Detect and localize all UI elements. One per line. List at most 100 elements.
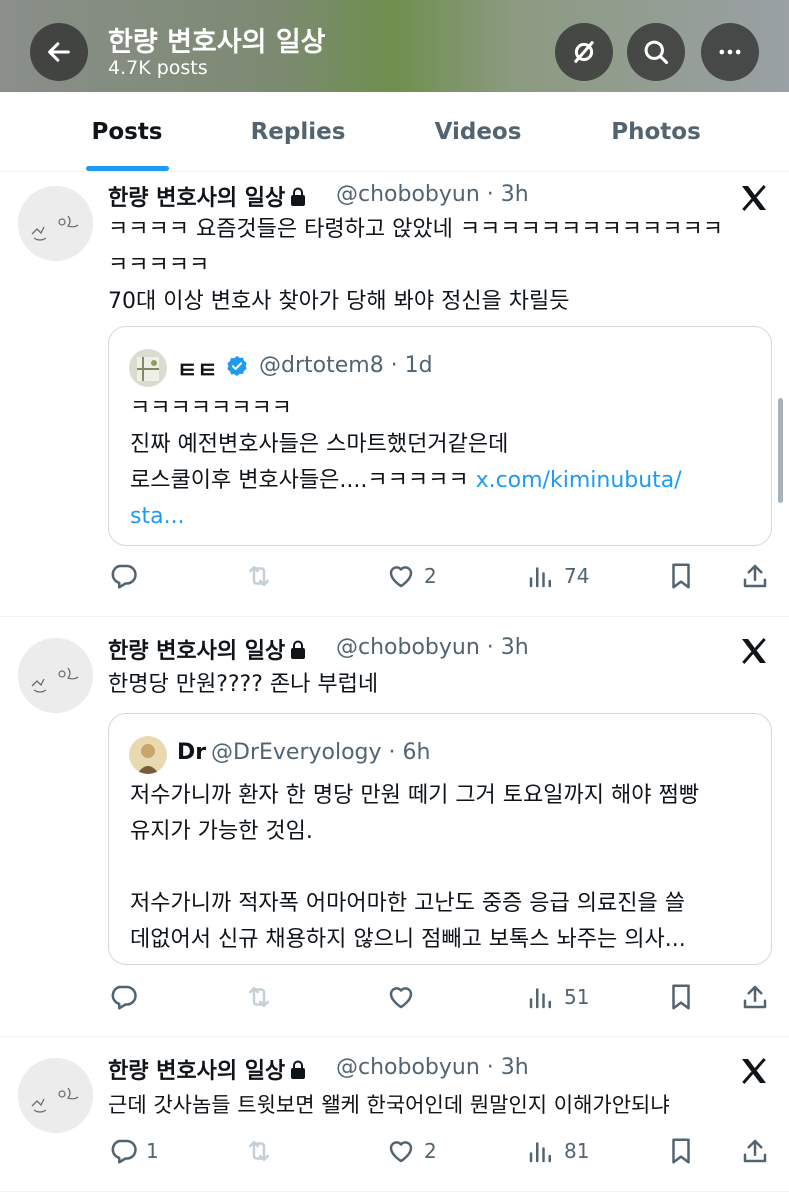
post-text: 근데 갓사놈들 트윗보면 왤케 한국어인데 뭔말인지 이해가안되냐 bbox=[108, 1093, 670, 1117]
bookmark-icon bbox=[672, 984, 690, 1010]
author-name-text: 한량 변호사의 일상 bbox=[108, 186, 286, 211]
author-handle-time[interactable]: @chobobyun · 3h bbox=[336, 635, 529, 660]
retweet-icon bbox=[249, 566, 269, 586]
grok-icon bbox=[574, 41, 594, 63]
search-icon bbox=[644, 40, 669, 65]
like-count: 2 bbox=[424, 564, 437, 588]
reply-icon bbox=[111, 985, 137, 1010]
reply-icon bbox=[111, 564, 137, 589]
share-icon bbox=[743, 1139, 767, 1163]
author-name[interactable]: 한량 변호사의 일상 bbox=[108, 1053, 307, 1085]
avatar[interactable] bbox=[18, 1058, 93, 1133]
share-button[interactable] bbox=[740, 556, 770, 596]
post[interactable]: 한량 변호사의 일상 @chobobyun · 3h 근데 갓사놈들 트윗보면 … bbox=[0, 1037, 789, 1192]
bookmark-button[interactable] bbox=[666, 556, 696, 596]
reply-button[interactable]: 1 bbox=[108, 1131, 159, 1171]
view-count: 74 bbox=[564, 564, 590, 588]
quote-handle-time[interactable]: @DrEveryology · 6h bbox=[211, 740, 430, 765]
profile-tabs: Posts Replies Videos Photos bbox=[0, 92, 789, 172]
retweet-button[interactable] bbox=[244, 1131, 274, 1171]
profile-header: 한량 변호사의 일상 4.7K posts bbox=[0, 0, 789, 92]
author-name[interactable]: 한량 변호사의 일상 bbox=[108, 633, 307, 665]
quote-avatar-image-icon bbox=[129, 736, 167, 774]
scrollbar[interactable] bbox=[778, 398, 783, 503]
post[interactable]: 한량 변호사의 일상 @chobobyun · 3h ㅋㅋㅋㅋ 요즘것들은 타령… bbox=[0, 172, 789, 617]
avatar[interactable] bbox=[18, 638, 93, 713]
retweet-icon bbox=[249, 987, 269, 1007]
author-name-text: 한량 변호사의 일상 bbox=[108, 1059, 286, 1084]
grok-button[interactable] bbox=[555, 23, 613, 81]
reply-icon bbox=[111, 1139, 137, 1164]
like-button[interactable] bbox=[386, 977, 424, 1017]
quote-link[interactable]: x.com/kiminubuta/ bbox=[476, 468, 682, 493]
share-icon bbox=[743, 564, 767, 588]
profile-title: 한량 변호사의 일상 bbox=[108, 27, 326, 58]
quote-link-continued[interactable]: sta... bbox=[130, 504, 185, 529]
tab-videos[interactable]: Videos bbox=[410, 92, 546, 172]
heart-icon bbox=[389, 987, 413, 1009]
tab-photos[interactable]: Photos bbox=[588, 92, 724, 172]
views-chart-icon bbox=[529, 567, 551, 588]
lock-icon bbox=[291, 1060, 306, 1079]
tab-label: Replies bbox=[250, 119, 346, 145]
more-icon bbox=[719, 49, 741, 55]
post-actions: 51 bbox=[108, 977, 773, 1017]
lock-icon bbox=[291, 640, 306, 659]
reply-count: 1 bbox=[146, 1139, 159, 1163]
bookmark-icon bbox=[672, 1138, 690, 1164]
avatar-sketch-icon bbox=[18, 1058, 93, 1133]
post-actions: 1 2 81 bbox=[108, 1131, 773, 1171]
more-button[interactable] bbox=[701, 23, 759, 81]
heart-icon bbox=[389, 566, 413, 588]
tab-label: Videos bbox=[434, 119, 522, 145]
views-button[interactable]: 51 bbox=[526, 977, 589, 1017]
post-actions: 2 74 bbox=[108, 556, 773, 596]
views-chart-icon bbox=[529, 1142, 551, 1163]
share-icon bbox=[743, 985, 767, 1009]
views-button[interactable]: 81 bbox=[526, 1131, 589, 1171]
quote-author-name[interactable]: ㅌㅌ bbox=[177, 353, 217, 385]
retweet-icon bbox=[249, 1141, 269, 1161]
bookmark-button[interactable] bbox=[666, 977, 696, 1017]
quoted-post[interactable]: ㅌㅌ @drtotem8 · 1d ㅋㅋㅋㅋㅋㅋㅋㅋ 진짜 예전변호사들은 스마… bbox=[108, 326, 772, 546]
reply-button[interactable] bbox=[108, 556, 146, 596]
quote-avatar[interactable] bbox=[129, 736, 167, 774]
share-button[interactable] bbox=[740, 977, 770, 1017]
tab-label: Photos bbox=[611, 119, 701, 145]
x-logo-icon bbox=[742, 185, 766, 211]
back-button[interactable] bbox=[30, 23, 88, 81]
quoted-post[interactable]: Dr @DrEveryology · 6h 저수가니까 환자 한 명당 만원 떼… bbox=[108, 713, 772, 965]
x-logo-icon bbox=[742, 638, 766, 664]
quote-handle-time[interactable]: @drtotem8 · 1d bbox=[259, 353, 433, 378]
like-count: 2 bbox=[424, 1139, 437, 1163]
tab-posts[interactable]: Posts bbox=[58, 92, 196, 172]
views-chart-icon bbox=[529, 988, 551, 1009]
x-logo-icon bbox=[742, 1058, 766, 1084]
like-button[interactable]: 2 bbox=[386, 556, 437, 596]
verified-badge-icon bbox=[227, 355, 247, 377]
bookmark-icon bbox=[672, 563, 690, 589]
views-button[interactable]: 74 bbox=[526, 556, 589, 596]
avatar[interactable] bbox=[18, 186, 93, 261]
quote-author-name[interactable]: Dr bbox=[177, 740, 206, 765]
back-arrow-icon bbox=[48, 42, 70, 62]
author-handle-time[interactable]: @chobobyun · 3h bbox=[336, 1055, 529, 1080]
quote-text-body: ㅋㅋㅋㅋㅋㅋㅋㅋ 진짜 예전변호사들은 스마트했던거같은데 로스쿨이후 변호사들… bbox=[130, 396, 509, 493]
post[interactable]: 한량 변호사의 일상 @chobobyun · 3h 한명당 만원???? 존나… bbox=[0, 617, 789, 1037]
author-name[interactable]: 한량 변호사의 일상 bbox=[108, 180, 307, 212]
tab-label: Posts bbox=[91, 119, 163, 145]
author-handle-time[interactable]: @chobobyun · 3h bbox=[336, 182, 529, 207]
post-text: ㅋㅋㅋㅋ 요즘것들은 타령하고 앉았네 ㅋㅋㅋㅋㅋㅋㅋㅋㅋㅋㅋㅋㅋ ㅋㅋㅋㅋㅋ … bbox=[108, 217, 723, 314]
avatar-sketch-icon bbox=[18, 638, 93, 713]
retweet-button[interactable] bbox=[244, 977, 274, 1017]
tab-replies[interactable]: Replies bbox=[230, 92, 366, 172]
retweet-button[interactable] bbox=[244, 556, 274, 596]
share-button[interactable] bbox=[740, 1131, 770, 1171]
bookmark-button[interactable] bbox=[666, 1131, 696, 1171]
like-button[interactable]: 2 bbox=[386, 1131, 437, 1171]
view-count: 51 bbox=[564, 985, 590, 1009]
reply-button[interactable] bbox=[108, 977, 146, 1017]
quote-avatar[interactable] bbox=[129, 349, 167, 387]
search-button[interactable] bbox=[627, 23, 685, 81]
active-tab-indicator bbox=[86, 166, 169, 171]
